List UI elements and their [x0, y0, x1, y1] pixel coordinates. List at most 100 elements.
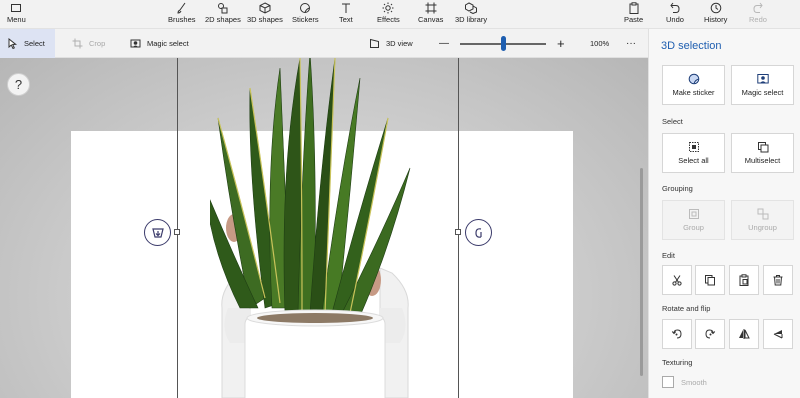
flip-horizontal-button[interactable] — [729, 319, 759, 349]
selection-left-edge[interactable] — [177, 58, 178, 398]
magic-select-icon — [756, 74, 769, 84]
text-label: Text — [339, 15, 353, 24]
rotate-left-button[interactable] — [662, 319, 692, 349]
magic-select-icon — [130, 39, 141, 48]
folder-icon — [11, 4, 22, 12]
more-options-button[interactable]: ··· — [626, 29, 636, 58]
group-label: Group — [683, 223, 704, 232]
edit-section-label: Edit — [662, 251, 675, 260]
magic-select-button[interactable]: Magic select — [731, 65, 794, 105]
selection-toolbar: Select Crop Magic select 3D view — + 100… — [0, 29, 648, 58]
group-button[interactable]: Group — [662, 200, 725, 240]
select-label: Select — [24, 39, 45, 48]
zoom-plus-icon: + — [557, 36, 565, 51]
plant-image[interactable] — [210, 58, 420, 398]
clipboard-icon — [629, 2, 639, 14]
help-button[interactable]: ? — [7, 73, 30, 96]
brushes-tool[interactable]: Brushes — [168, 2, 196, 28]
copy-icon — [705, 275, 715, 286]
paste-button[interactable]: Paste — [624, 2, 643, 28]
help-icon: ? — [14, 77, 23, 92]
flip-vertical-icon — [773, 330, 783, 339]
smooth-checkbox[interactable] — [662, 376, 674, 388]
brush-icon — [177, 2, 186, 14]
spin-rotate-handle[interactable] — [465, 219, 492, 246]
cursor-icon — [8, 38, 18, 49]
texturing-section-label: Texturing — [662, 358, 693, 367]
zoom-in-button[interactable]: + — [557, 29, 565, 58]
zoom-minus-icon: — — [439, 38, 449, 49]
crop-label: Crop — [89, 39, 106, 48]
command-bar: Menu Brushes 2D shapes 3D shapes Sticker… — [0, 0, 800, 29]
magic-select-tool[interactable]: Magic select — [130, 29, 189, 58]
rotate-flip-section-label: Rotate and flip — [662, 304, 711, 313]
rotate-right-button[interactable] — [695, 319, 725, 349]
canvas-label: Canvas — [418, 15, 444, 24]
zoom-level-value: 100% — [590, 39, 610, 48]
crop-tool[interactable]: Crop — [72, 29, 105, 58]
rotate-left-icon — [671, 329, 682, 339]
ungroup-label: Ungroup — [748, 223, 777, 232]
sticker-icon — [688, 73, 699, 85]
panel-title: 3D selection — [661, 40, 722, 52]
multiselect-button[interactable]: Multiselect — [731, 133, 794, 173]
effects-tool[interactable]: Effects — [377, 2, 400, 28]
menu-label: Menu — [7, 15, 26, 24]
history-label: History — [704, 15, 728, 24]
paste-label: Paste — [624, 15, 644, 24]
canvas-tool[interactable]: Canvas — [418, 2, 443, 28]
text-tool[interactable]: Text — [339, 2, 353, 28]
menu-button[interactable]: Menu — [7, 2, 26, 28]
2d-shapes-tool[interactable]: 2D shapes — [205, 2, 241, 28]
vertical-scrollbar[interactable] — [640, 168, 643, 376]
make-sticker-button[interactable]: Make sticker — [662, 65, 725, 105]
zoom-out-button[interactable]: — — [439, 29, 449, 58]
resize-handle-right[interactable] — [455, 229, 461, 235]
sticker-icon — [300, 3, 311, 13]
smooth-label: Smooth — [681, 378, 707, 387]
clipboard-icon — [739, 274, 749, 286]
cut-button[interactable] — [662, 265, 692, 295]
select-tool[interactable]: Select — [0, 29, 55, 58]
copy-button[interactable] — [695, 265, 725, 295]
spin-icon — [474, 227, 482, 238]
ungroup-icon — [757, 208, 768, 220]
ungroup-button[interactable]: Ungroup — [731, 200, 794, 240]
rotate-right-icon — [705, 329, 716, 339]
tilt-rotate-handle[interactable] — [144, 219, 171, 246]
select-section-label: Select — [662, 117, 683, 126]
grouping-section-label: Grouping — [662, 184, 693, 193]
3d-shapes-tool[interactable]: 3D shapes — [247, 2, 283, 28]
stickers-label: Stickers — [292, 15, 319, 24]
3d-shapes-label: 3D shapes — [247, 15, 283, 24]
magic-select-label: Magic select — [741, 88, 784, 97]
3d-library-tool[interactable]: 3D library — [455, 2, 487, 28]
magic-select-label: Magic select — [147, 39, 189, 48]
more-icon: ··· — [626, 38, 636, 49]
3d-view-toggle[interactable]: 3D view — [369, 29, 413, 58]
zoom-slider-thumb[interactable] — [501, 36, 506, 51]
stickers-tool[interactable]: Stickers — [292, 2, 319, 28]
undo-icon — [670, 2, 680, 13]
select-all-button[interactable]: Select all — [662, 133, 725, 173]
canvas-workspace[interactable]: ? — [0, 58, 648, 398]
trash-icon — [773, 275, 783, 286]
resize-handle-left[interactable] — [174, 229, 180, 235]
delete-button[interactable] — [763, 265, 793, 295]
canvas-icon — [425, 2, 437, 14]
flip-vertical-button[interactable] — [763, 319, 793, 349]
paste-panel-button[interactable] — [729, 265, 759, 295]
undo-button[interactable]: Undo — [666, 2, 684, 28]
2d-shapes-label: 2D shapes — [205, 15, 241, 24]
history-button[interactable]: History — [704, 2, 727, 28]
3d-library-label: 3D library — [455, 15, 488, 24]
zoom-level[interactable]: 100% — [590, 29, 609, 58]
select-all-label: Select all — [678, 156, 709, 165]
redo-label: Redo — [749, 15, 767, 24]
crop-icon — [72, 38, 83, 49]
selection-right-edge[interactable] — [458, 58, 459, 398]
redo-button[interactable]: Redo — [749, 2, 767, 28]
multiselect-icon — [757, 142, 768, 153]
3d-library-icon — [465, 2, 478, 14]
3d-view-label: 3D view — [386, 39, 413, 48]
